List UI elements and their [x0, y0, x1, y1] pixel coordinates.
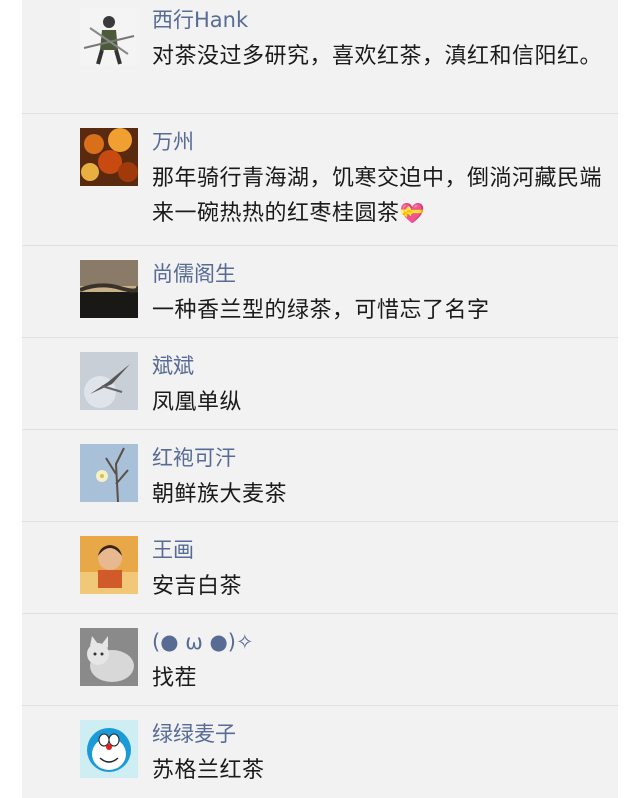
child-photo-avatar[interactable] — [80, 536, 138, 594]
comment-text: 找茬 — [152, 666, 198, 691]
comment-item: 西行Hank 对茶没过多研究，喜欢红茶，滇红和信阳红。 — [22, 0, 618, 114]
comment-item: 斌斌 凤凰单纵 — [22, 338, 618, 430]
commenter-name[interactable]: 王画 — [152, 536, 194, 564]
comment-text: 朝鲜族大麦茶 — [152, 482, 288, 507]
cat-avatar[interactable] — [80, 628, 138, 686]
commenter-name[interactable]: 斌斌 — [152, 352, 194, 380]
flying-bird-avatar[interactable] — [80, 352, 138, 410]
comment-text: 安吉白茶 — [152, 574, 243, 599]
autumn-leaves-avatar[interactable] — [80, 128, 138, 186]
comment-item: 万州 那年骑行青海湖，饥寒交迫中，倒淌河藏民端来一碗热热的红枣桂圆茶💝 — [22, 114, 618, 246]
comment-text: 苏格兰红茶 — [152, 758, 265, 783]
comment-item: 王画 安吉白茶 — [22, 522, 618, 614]
commenter-name[interactable]: 万州 — [152, 128, 194, 156]
commenter-name[interactable]: 西行Hank — [152, 6, 248, 34]
comment-text: 那年骑行青海湖，饥寒交迫中，倒淌河藏民端来一碗热热的红枣桂圆茶💝 — [152, 166, 603, 226]
commenter-name[interactable]: 绿绿麦子 — [152, 720, 236, 748]
comment-item: 尚儒阁生 一种香兰型的绿茶，可惜忘了名字 — [22, 246, 618, 338]
comment-item: (● ω ●)✧ 找茬 — [22, 614, 618, 706]
comment-item: 绿绿麦子 苏格兰红茶 — [22, 706, 618, 798]
sunset-lake-avatar[interactable] — [80, 260, 138, 318]
comment-text: 凤凰单纵 — [152, 390, 243, 415]
comment-text: 一种香兰型的绿茶，可惜忘了名字 — [152, 298, 490, 323]
commenter-name[interactable]: 尚儒阁生 — [152, 260, 236, 288]
swordsman-avatar[interactable] — [80, 8, 138, 66]
doraemon-avatar[interactable] — [80, 720, 138, 778]
commenter-name[interactable]: 红袍可汗 — [152, 444, 236, 472]
comment-list: 西行Hank 对茶没过多研究，喜欢红茶，滇红和信阳红。 万州 那年骑行青海湖，饥… — [22, 0, 618, 798]
flower-branch-avatar[interactable] — [80, 444, 138, 502]
commenter-name[interactable]: (● ω ●)✧ — [152, 628, 254, 656]
comment-text: 对茶没过多研究，喜欢红茶，滇红和信阳红。 — [152, 44, 603, 69]
comment-item: 红袍可汗 朝鲜族大麦茶 — [22, 430, 618, 522]
gift-heart-emoji: 💝 — [399, 201, 425, 225]
